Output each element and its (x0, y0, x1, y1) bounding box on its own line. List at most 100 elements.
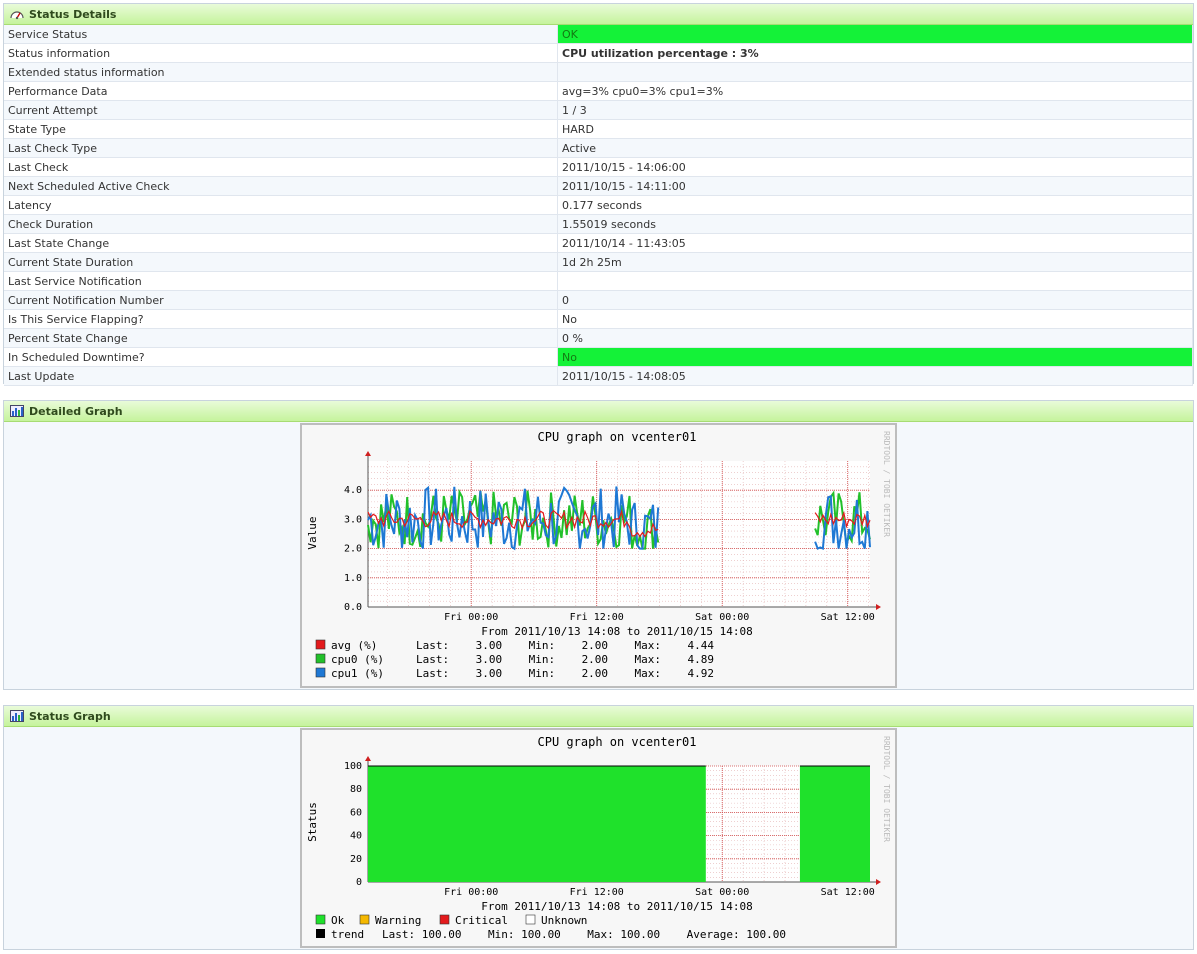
ok-area (799, 766, 870, 882)
legend-label: avg (%) (331, 639, 377, 652)
legend-swatch (525, 914, 536, 925)
x-tick-label: Sat 00:00 (695, 612, 749, 623)
legend-label: Unknown (541, 914, 587, 927)
row-label: Percent State Change (4, 328, 558, 348)
y-tick-label: 20 (350, 854, 362, 865)
row-value (557, 62, 1193, 82)
legend-label: cpu0 (%) (331, 653, 384, 666)
y-tick-label: 80 (350, 784, 362, 795)
chart-icon (10, 710, 24, 722)
table-row: Next Scheduled Active Check 2011/10/15 - … (4, 176, 1193, 196)
status-details-title: Status Details (29, 7, 117, 21)
table-row: Current Attempt 1 / 3 (4, 100, 1193, 120)
y-tick-label: 4.0 (344, 485, 362, 496)
table-row: Current Notification Number 0 (4, 290, 1193, 310)
table-row: Status information CPU utilization percen… (4, 43, 1193, 63)
y-tick-label: 0.0 (344, 602, 362, 613)
row-label: Latency (4, 195, 558, 215)
trend-stats: Last: 100.00 Min: 100.00 Max: 100.00 Ave… (382, 928, 786, 941)
x-axis-arrow (876, 604, 881, 610)
status-chart: CPU graph on vcenter01 Status Fri 00:00 Fri… (306, 735, 891, 941)
row-label: Current State Duration (4, 252, 558, 272)
ok-area (368, 766, 706, 882)
x-tick-label: Fri 12:00 (570, 612, 624, 623)
table-row: Last Check 2011/10/15 - 14:06:00 (4, 157, 1193, 177)
row-value: No (557, 347, 1193, 367)
x-axis-arrow (876, 879, 881, 885)
row-value (557, 271, 1193, 291)
x-tick-label: Fri 12:00 (570, 887, 624, 898)
table-row: Is This Service Flapping? No (4, 309, 1193, 329)
row-value: 0.177 seconds (557, 195, 1193, 215)
row-value: 1d 2h 25m (557, 252, 1193, 272)
table-row: Current State Duration 1d 2h 25m (4, 252, 1193, 272)
row-value: 0 (557, 290, 1193, 310)
table-row: Service Status OK (4, 25, 1193, 44)
y-axis-arrow (365, 756, 371, 761)
x-tick-label: Fri 00:00 (444, 612, 498, 623)
legend-stats: Last: 3.00 Min: 2.00 Max: 4.44 (416, 639, 714, 652)
table-row: Latency 0.177 seconds (4, 195, 1193, 215)
table-row: State Type HARD (4, 119, 1193, 139)
x-tick-label: Sat 12:00 (821, 887, 875, 898)
y-tick-label: 2.0 (344, 544, 362, 555)
y-axis-label: Status (306, 802, 319, 842)
legend-stats: Last: 3.00 Min: 2.00 Max: 4.89 (416, 653, 714, 666)
y-tick-label: 100 (344, 761, 362, 772)
status-graph-title: Status Graph (29, 709, 111, 723)
legend-label: Warning (375, 914, 421, 927)
table-row: Last State Change 2011/10/14 - 11:43:05 (4, 233, 1193, 253)
row-label: Status information (4, 43, 558, 63)
table-row: Performance Data avg=3% cpu0=3% cpu1=3% (4, 81, 1193, 101)
status-graph-header: Status Graph (4, 706, 1193, 727)
table-row: Percent State Change 0 % (4, 328, 1193, 348)
detailed-graph-title: Detailed Graph (29, 404, 123, 418)
rrdtool-watermark: RRDTOOL / TOBI OETIKER (882, 431, 891, 537)
row-value: 2011/10/15 - 14:08:05 (557, 366, 1193, 386)
row-label: Current Notification Number (4, 290, 558, 310)
legend-swatch (359, 914, 370, 925)
row-value: 2011/10/15 - 14:06:00 (557, 157, 1193, 177)
status-details-panel: Status Details Service Status OK Status in… (3, 3, 1194, 386)
legend-swatch (316, 929, 325, 938)
row-label: Service Status (4, 25, 558, 44)
row-value: avg=3% cpu0=3% cpu1=3% (557, 81, 1193, 101)
status-details-table: Service Status OK Status information CPU ut… (4, 25, 1193, 386)
x-tick-label: Sat 00:00 (695, 887, 749, 898)
row-value: HARD (557, 119, 1193, 139)
legend-label: Critical (455, 914, 508, 927)
row-label: Last Check (4, 157, 558, 177)
table-row: In Scheduled Downtime? No (4, 347, 1193, 367)
chart-subtitle: From 2011/10/13 14:08 to 2011/10/15 14:0… (481, 900, 753, 913)
table-row: Last Update 2011/10/15 - 14:08:05 (4, 366, 1193, 386)
gauge-icon (10, 11, 24, 20)
y-tick-label: 60 (350, 807, 362, 818)
row-label: Check Duration (4, 214, 558, 234)
row-label: Performance Data (4, 81, 558, 101)
table-row: Check Duration 1.55019 seconds (4, 214, 1193, 234)
status-graph-image: CPU graph on vcenter01 Status Fri 00:00 Fri… (300, 728, 897, 948)
row-value: OK (557, 25, 1193, 44)
legend-swatch (439, 914, 450, 925)
legend-swatch (315, 667, 326, 678)
legend-label: Ok (331, 914, 345, 927)
chart-title: CPU graph on vcenter01 (538, 430, 697, 444)
detailed-cpu-chart: CPU graph on vcenter01 Value Fri 00:00 Fri … (306, 430, 891, 680)
row-value: 1.55019 seconds (557, 214, 1193, 234)
detailed-graph-image: CPU graph on vcenter01 Value Fri 00:00 Fri … (300, 423, 897, 688)
legend-swatch (315, 639, 326, 650)
row-value: CPU utilization percentage : 3% (557, 43, 1193, 63)
row-value: 2011/10/14 - 11:43:05 (557, 233, 1193, 253)
x-tick-label: Sat 12:00 (821, 612, 875, 623)
legend-swatch (315, 653, 326, 664)
table-row: Last Check Type Active (4, 138, 1193, 158)
status-details-header: Status Details (4, 4, 1193, 25)
rrdtool-watermark: RRDTOOL / TOBI OETIKER (882, 736, 891, 842)
row-label: Extended status information (4, 62, 558, 82)
row-label: Last Check Type (4, 138, 558, 158)
y-axis-label: Value (306, 516, 319, 549)
x-tick-label: Fri 00:00 (444, 887, 498, 898)
table-row: Extended status information (4, 62, 1193, 82)
row-label: State Type (4, 119, 558, 139)
y-tick-label: 1.0 (344, 573, 362, 584)
